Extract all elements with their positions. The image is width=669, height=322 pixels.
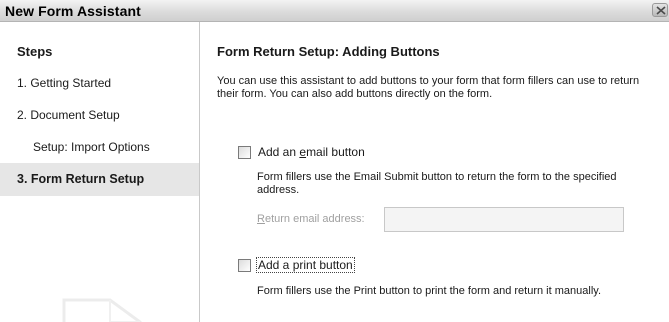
steps-sidebar: Steps 1. Getting Started 2. Document Set… — [0, 22, 200, 322]
title-bar: New Form Assistant — [0, 0, 669, 22]
step-getting-started: 1. Getting Started — [17, 76, 112, 90]
print-button-checkbox[interactable] — [238, 259, 251, 272]
print-button-description: Form fillers use the Print button to pri… — [257, 285, 602, 297]
close-button[interactable] — [652, 3, 668, 17]
steps-heading: Steps — [17, 44, 53, 59]
document-watermark-icon — [62, 298, 142, 322]
email-button-checkbox[interactable] — [238, 146, 251, 159]
main-content: Form Return Setup: Adding Buttons You ca… — [200, 22, 669, 322]
new-form-assistant-window: New Form Assistant Steps 1. Getting Star… — [0, 0, 669, 322]
window-title: New Form Assistant — [5, 3, 141, 19]
print-button-label[interactable]: Add a print button — [256, 257, 355, 273]
step-import-options: Setup: Import Options — [33, 140, 150, 154]
return-email-input[interactable] — [384, 207, 624, 232]
intro-text: You can use this assistant to add button… — [217, 75, 640, 100]
email-button-description: Form fillers use the Email Submit button… — [257, 171, 617, 196]
step-document-setup: 2. Document Setup — [17, 108, 120, 122]
close-icon — [656, 6, 666, 15]
page-title: Form Return Setup: Adding Buttons — [217, 44, 440, 59]
return-email-label: Return email address: — [257, 213, 365, 225]
step-form-return-setup: 3. Form Return Setup — [17, 172, 145, 186]
email-button-label[interactable]: Add an email button — [257, 145, 366, 159]
